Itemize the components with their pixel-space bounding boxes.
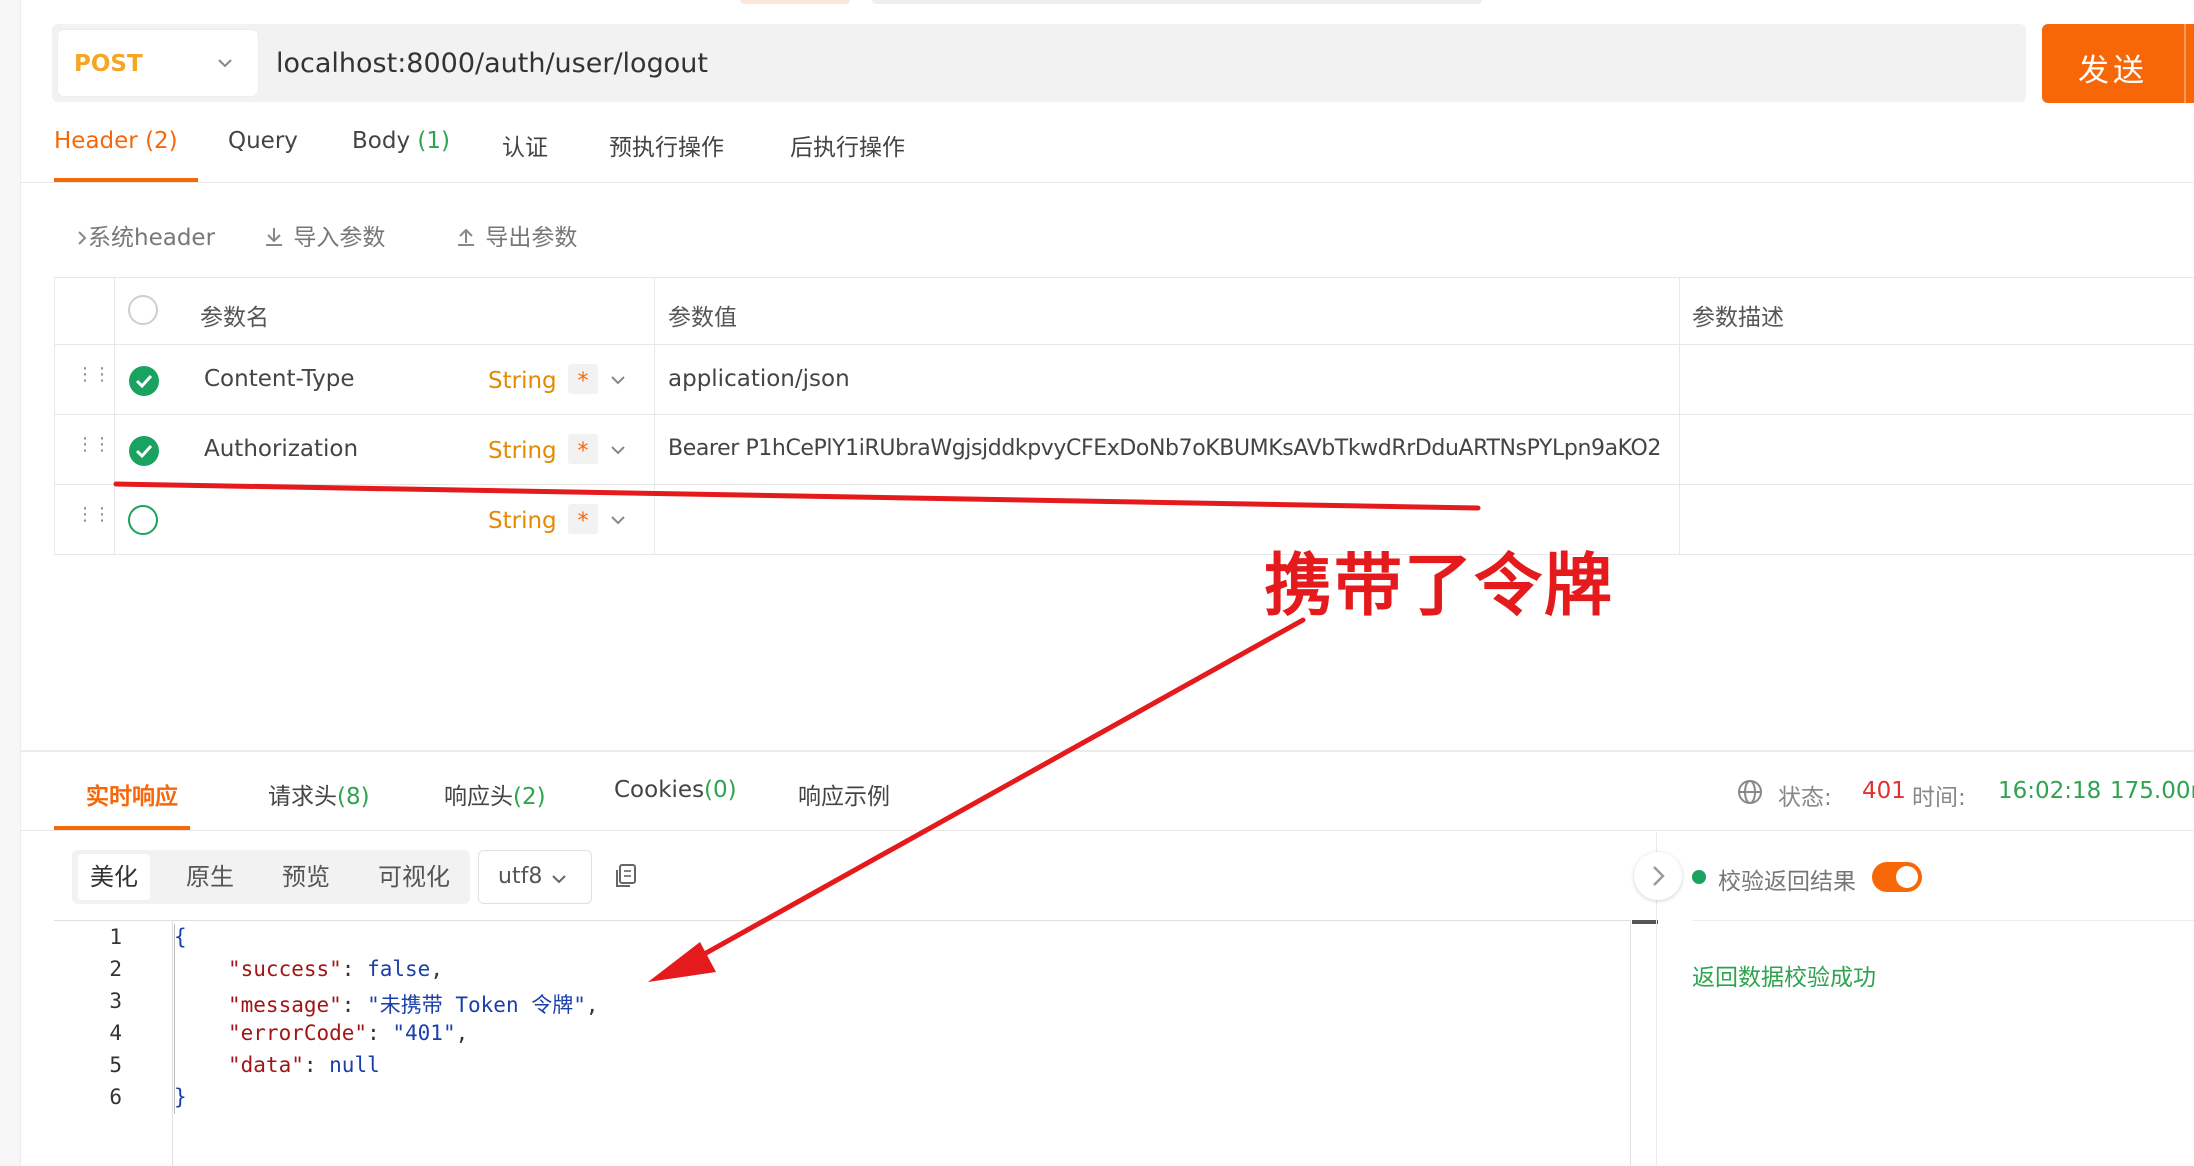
arrowhead: [648, 942, 716, 982]
annotation-text: 携带了令牌: [1264, 547, 1615, 626]
arrow-annotation: [687, 617, 1306, 965]
annotation-overlay: [113, 481, 1481, 982]
underline-annotation: [113, 481, 1481, 511]
